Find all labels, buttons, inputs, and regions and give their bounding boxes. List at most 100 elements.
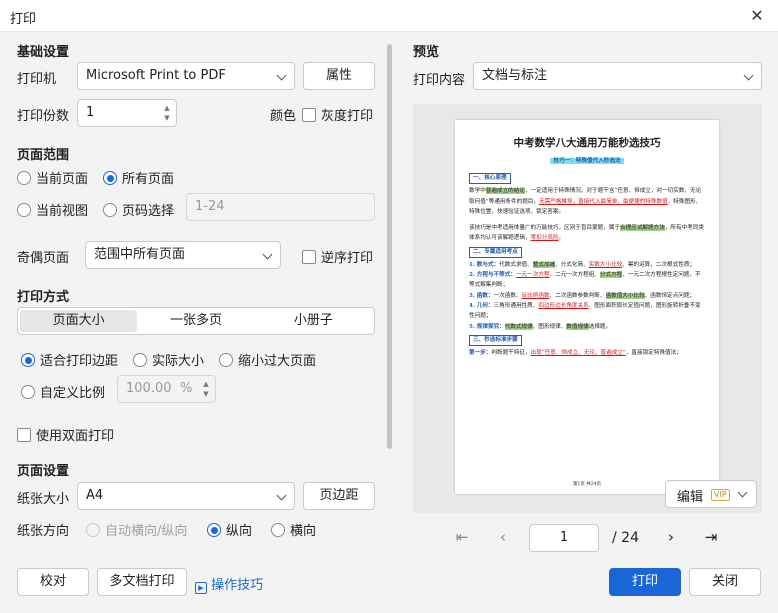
- radio-icon[interactable]: [21, 385, 35, 399]
- radio-icon[interactable]: [271, 523, 285, 537]
- close-button[interactable]: 关闭: [689, 568, 761, 596]
- duplex-label: 使用双面打印: [36, 429, 115, 444]
- chevron-down-icon: [276, 490, 287, 501]
- radio-landscape[interactable]: 横向: [271, 520, 316, 539]
- radio-shrink-large[interactable]: 缩小过大页面: [219, 350, 316, 369]
- vip-badge: VIP: [711, 489, 730, 501]
- radio-custom-scale[interactable]: 自定义比例: [21, 382, 105, 401]
- scale-value: 100.00: [126, 381, 172, 396]
- next-page-icon[interactable]: ›: [661, 528, 681, 546]
- radio-selected-icon[interactable]: [21, 353, 35, 367]
- radio-icon[interactable]: [219, 353, 233, 367]
- print-mode-heading: 打印方式: [17, 290, 70, 305]
- doc-paragraph-2: 该技巧是中考适用体量广的万能技巧，区别于盲目蒙题，属于合理应试解题方法，所有中考…: [469, 225, 704, 242]
- reverse-print-label: 逆序打印: [321, 251, 374, 266]
- odd-even-select[interactable]: 范围中所有页面: [85, 241, 281, 269]
- print-content-value: 文档与标注: [482, 68, 548, 83]
- preview-heading: 预览: [413, 45, 440, 60]
- scale-input[interactable]: 100.00 % ▲ ▼: [117, 375, 216, 403]
- copies-value: 1: [86, 105, 95, 120]
- radio-icon[interactable]: [17, 171, 31, 185]
- current-page-label: 当前页面: [36, 172, 89, 187]
- radio-portrait[interactable]: 纵向: [207, 520, 252, 539]
- radio-disabled-icon[interactable]: [86, 523, 100, 537]
- basic-settings-heading: 基础设置: [17, 45, 70, 60]
- margins-button[interactable]: 页边距: [303, 482, 375, 510]
- radio-fit-margin[interactable]: 适合打印边距: [21, 350, 118, 369]
- printer-select[interactable]: Microsoft Print to PDF: [77, 62, 295, 90]
- page-number-input[interactable]: 1: [529, 524, 599, 552]
- tips-link[interactable]: ▶ 操作技巧: [195, 574, 263, 594]
- chevron-down-icon: [262, 249, 273, 260]
- title-bar: [0, 0, 778, 32]
- print-content-select[interactable]: 文档与标注: [473, 62, 762, 90]
- play-icon: ▶: [195, 582, 207, 594]
- page-total: / 24: [612, 530, 639, 546]
- radio-selected-icon[interactable]: [103, 171, 117, 185]
- doc-list-item: 4. 几何：三角形通用性质、四边形边长角度关系、图形面积周长定值问题，图形旋转折…: [469, 302, 701, 320]
- doc-title: 中考数学八大通用万能秒选技巧: [513, 137, 661, 149]
- doc-paragraph-1: 数学中普遍成立的结论，一定适用于特殊情况。对于题干含“任意、恒成立，对一切实数、…: [469, 188, 702, 215]
- doc-subtitle: 技巧一：特殊值代入秒选法: [469, 156, 705, 166]
- odd-even-value: 范围中所有页面: [94, 247, 186, 262]
- page-setup-heading: 页面设置: [17, 464, 70, 479]
- tab-booklet[interactable]: 小册子: [255, 310, 372, 332]
- doc-list-item: 1. 数与式：代数式求值、整式加减、分式化简、实数大小比较、幂的运算，二次根式性…: [469, 261, 696, 268]
- checkbox-icon[interactable]: [17, 428, 31, 442]
- last-page-icon[interactable]: ⇥: [701, 528, 721, 546]
- checkbox-icon[interactable]: [302, 108, 316, 122]
- proofread-button[interactable]: 校对: [17, 568, 89, 596]
- radio-icon[interactable]: [133, 353, 147, 367]
- tab-multi-page[interactable]: 一张多页: [137, 310, 254, 332]
- radio-icon[interactable]: [17, 203, 31, 217]
- grayscale-label: 灰度打印: [321, 109, 374, 124]
- doc-list-item: 2. 方程与不等式：一元一次方程、二元一次方程组、分式方程、一元二次方程根性定问…: [469, 272, 701, 289]
- paper-size-label: 纸张大小: [17, 492, 70, 507]
- printer-value: Microsoft Print to PDF: [86, 68, 226, 83]
- checkbox-icon[interactable]: [302, 250, 316, 264]
- print-button[interactable]: 打印: [609, 568, 681, 596]
- radio-selected-icon[interactable]: [207, 523, 221, 537]
- settings-scrollbar[interactable]: [387, 44, 392, 449]
- radio-page-select[interactable]: 页码选择: [103, 200, 174, 219]
- spinner-icon[interactable]: ▲ ▼: [201, 379, 211, 399]
- page-range-heading: 页面范围: [17, 148, 70, 163]
- radio-auto-orientation[interactable]: 自动横向/纵向: [86, 520, 187, 539]
- prev-page-icon[interactable]: ‹: [493, 528, 513, 546]
- fit-margin-label: 适合打印边距: [40, 354, 119, 369]
- radio-current-view[interactable]: 当前视图: [17, 200, 88, 219]
- reverse-print-checkbox[interactable]: 逆序打印: [302, 247, 373, 266]
- current-view-label: 当前视图: [36, 204, 89, 219]
- duplex-checkbox[interactable]: 使用双面打印: [17, 425, 114, 444]
- portrait-label: 纵向: [226, 524, 253, 539]
- window-title: 打印: [10, 12, 37, 27]
- color-label: 颜色: [270, 109, 297, 124]
- page-range-input[interactable]: 1-24: [186, 193, 375, 221]
- grayscale-checkbox[interactable]: 灰度打印: [302, 105, 373, 124]
- paper-size-select[interactable]: A4: [77, 482, 295, 510]
- auto-orientation-label: 自动横向/纵向: [105, 524, 188, 539]
- radio-actual-size[interactable]: 实际大小: [133, 350, 204, 369]
- tab-page-size[interactable]: 页面大小: [20, 310, 138, 332]
- edit-label: 编辑: [677, 490, 704, 505]
- copies-label: 打印份数: [17, 109, 70, 124]
- preview-page: 中考数学八大通用万能秒选技巧 技巧一：特殊值代入秒选法 一、核心原理 数学中普遍…: [455, 120, 719, 494]
- spinner-icon[interactable]: ▲ ▼: [162, 103, 172, 123]
- properties-button[interactable]: 属性: [303, 62, 375, 90]
- document-content: 中考数学八大通用万能秒选技巧 技巧一：特殊值代入秒选法 一、核心原理 数学中普遍…: [469, 134, 705, 487]
- edit-button[interactable]: 编辑 VIP: [665, 480, 757, 508]
- first-page-icon[interactable]: ⇤: [452, 528, 472, 546]
- doc-heading-1: 一、核心原理: [469, 173, 511, 185]
- tips-label: 操作技巧: [211, 578, 264, 593]
- shrink-large-label: 缩小过大页面: [238, 354, 317, 369]
- multi-doc-print-button[interactable]: 多文档打印: [97, 568, 187, 596]
- radio-all-pages[interactable]: 所有页面: [103, 168, 174, 187]
- radio-icon[interactable]: [103, 203, 117, 217]
- doc-list-item: 5. 规律探究：代数式规律、图形规律、数值规律选择题。: [469, 323, 612, 330]
- radio-current-page[interactable]: 当前页面: [17, 168, 88, 187]
- odd-even-label: 奇偶页面: [17, 251, 70, 266]
- chevron-down-icon: [276, 70, 287, 81]
- close-icon[interactable]: ✕: [746, 5, 768, 27]
- printer-label: 打印机: [17, 72, 57, 87]
- copies-input[interactable]: 1 ▲ ▼: [77, 99, 177, 127]
